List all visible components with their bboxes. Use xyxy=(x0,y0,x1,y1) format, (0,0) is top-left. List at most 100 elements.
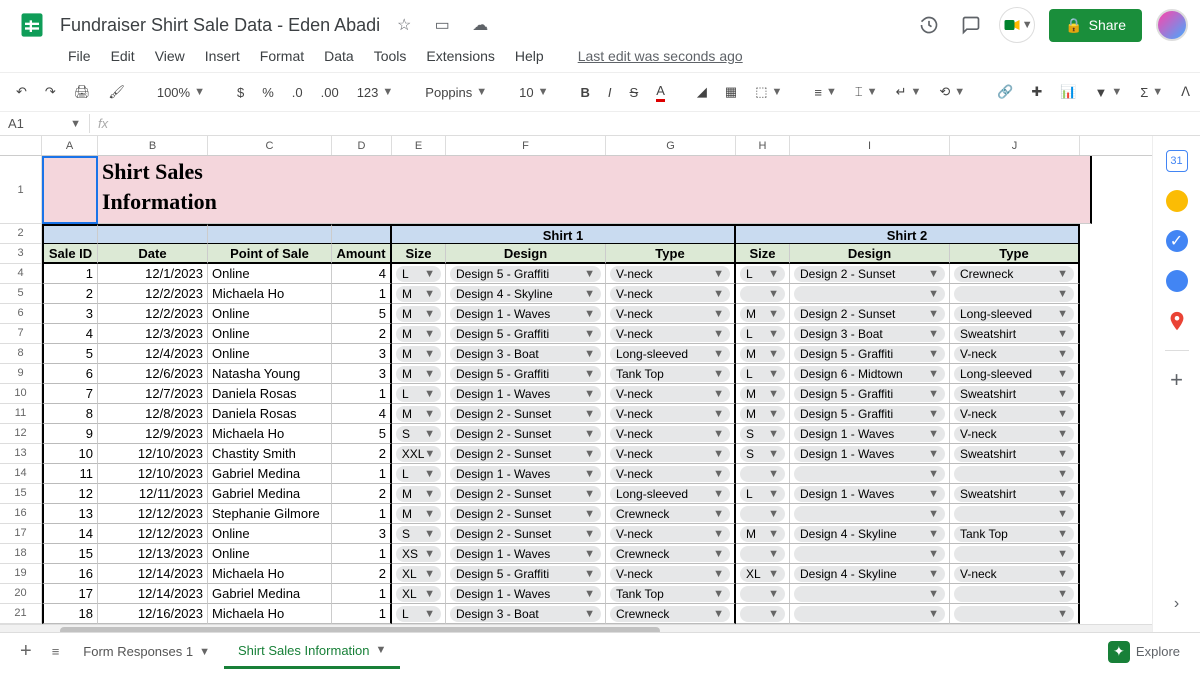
dropdown-cell[interactable]: Design 4 - Skyline▼ xyxy=(446,284,606,304)
cell[interactable]: 3 xyxy=(332,524,392,544)
sheet-tab-form-responses[interactable]: Form Responses 1 ▼ xyxy=(69,636,224,667)
dropdown-cell[interactable]: ▼ xyxy=(736,584,790,604)
col-header-A[interactable]: A xyxy=(42,136,98,155)
shirt2-group[interactable]: Shirt 2 xyxy=(736,224,1080,244)
row-header[interactable]: 16 xyxy=(0,504,42,524)
print-button[interactable]: 🖨 xyxy=(68,80,97,104)
cell[interactable]: 12/9/2023 xyxy=(98,424,208,444)
dropdown-cell[interactable]: V-neck▼ xyxy=(606,264,736,284)
cell[interactable]: Online xyxy=(208,304,332,324)
cell[interactable]: 1 xyxy=(332,384,392,404)
cell[interactable]: 12/7/2023 xyxy=(98,384,208,404)
dropdown-cell[interactable]: M▼ xyxy=(392,404,446,424)
meet-button[interactable]: ▼ xyxy=(999,7,1035,43)
cell[interactable]: 12/13/2023 xyxy=(98,544,208,564)
name-box[interactable]: A1▼ xyxy=(0,114,90,133)
dropdown-cell[interactable]: Sweatshirt▼ xyxy=(950,444,1080,464)
cell[interactable]: Online xyxy=(208,264,332,284)
col-header-E[interactable]: E xyxy=(392,136,446,155)
row-header[interactable]: 8 xyxy=(0,344,42,364)
dropdown-cell[interactable]: Design 2 - Sunset▼ xyxy=(446,424,606,444)
filter-button[interactable]: ▼ ▼ xyxy=(1088,81,1128,104)
cell[interactable]: 12/14/2023 xyxy=(98,584,208,604)
shirt1-group[interactable]: Shirt 1 xyxy=(392,224,736,244)
dropdown-cell[interactable]: Design 1 - Waves▼ xyxy=(446,544,606,564)
cell[interactable]: 4 xyxy=(42,324,98,344)
row-header[interactable]: 19 xyxy=(0,564,42,584)
dropdown-cell[interactable]: M▼ xyxy=(736,344,790,364)
dropdown-cell[interactable]: Design 5 - Graffiti▼ xyxy=(790,344,950,364)
cell[interactable]: Michaela Ho xyxy=(208,604,332,624)
cell[interactable]: 16 xyxy=(42,564,98,584)
cell[interactable]: 8 xyxy=(42,404,98,424)
undo-button[interactable]: ↶ xyxy=(10,80,33,104)
col-header-F[interactable]: F xyxy=(446,136,606,155)
dropdown-cell[interactable]: Design 1 - Waves▼ xyxy=(446,384,606,404)
text-color-button[interactable]: A xyxy=(650,79,671,106)
cell[interactable]: 2 xyxy=(42,284,98,304)
dropdown-cell[interactable]: Sweatshirt▼ xyxy=(950,384,1080,404)
cell[interactable]: 12/10/2023 xyxy=(98,464,208,484)
cell[interactable]: 2 xyxy=(332,564,392,584)
horizontal-scrollbar[interactable] xyxy=(0,624,1152,632)
dropdown-cell[interactable]: V-neck▼ xyxy=(606,384,736,404)
dropdown-cell[interactable]: Design 5 - Graffiti▼ xyxy=(446,324,606,344)
cell[interactable]: Daniela Rosas xyxy=(208,384,332,404)
menu-tools[interactable]: Tools xyxy=(366,44,415,68)
col-header-G[interactable]: G xyxy=(606,136,736,155)
cell[interactable]: 12/6/2023 xyxy=(98,364,208,384)
dropdown-cell[interactable]: Sweatshirt▼ xyxy=(950,484,1080,504)
col-header-D[interactable]: D xyxy=(332,136,392,155)
cell[interactable]: 1 xyxy=(332,464,392,484)
cell[interactable]: 12/12/2023 xyxy=(98,504,208,524)
dropdown-cell[interactable]: L▼ xyxy=(392,464,446,484)
menu-view[interactable]: View xyxy=(147,44,193,68)
dropdown-cell[interactable]: ▼ xyxy=(736,604,790,624)
dropdown-cell[interactable]: ▼ xyxy=(950,284,1080,304)
row-header[interactable]: 4 xyxy=(0,264,42,284)
cell[interactable]: Stephanie Gilmore xyxy=(208,504,332,524)
dropdown-cell[interactable]: L▼ xyxy=(736,264,790,284)
dropdown-cell[interactable]: Long-sleeved▼ xyxy=(950,364,1080,384)
dropdown-cell[interactable]: Sweatshirt▼ xyxy=(950,324,1080,344)
addons-button[interactable]: + xyxy=(1166,369,1188,391)
cell[interactable]: Online xyxy=(208,524,332,544)
cell[interactable]: 15 xyxy=(42,544,98,564)
cell[interactable]: 2 xyxy=(332,484,392,504)
dropdown-cell[interactable]: XL▼ xyxy=(392,584,446,604)
dropdown-cell[interactable]: Design 6 - Midtown▼ xyxy=(790,364,950,384)
dropdown-cell[interactable]: M▼ xyxy=(392,284,446,304)
cell[interactable]: Online xyxy=(208,344,332,364)
menu-edit[interactable]: Edit xyxy=(103,44,143,68)
col-header-B[interactable]: B xyxy=(98,136,208,155)
calendar-icon[interactable]: 31 xyxy=(1166,150,1188,172)
select-all-cell[interactable] xyxy=(0,136,42,155)
row-header[interactable]: 13 xyxy=(0,444,42,464)
cell[interactable]: 12/1/2023 xyxy=(98,264,208,284)
dropdown-cell[interactable]: L▼ xyxy=(392,384,446,404)
dropdown-cell[interactable]: M▼ xyxy=(392,304,446,324)
comments-icon[interactable] xyxy=(957,11,985,39)
keep-icon[interactable] xyxy=(1166,190,1188,212)
dropdown-cell[interactable]: M▼ xyxy=(392,364,446,384)
dropdown-cell[interactable]: ▼ xyxy=(736,504,790,524)
cell[interactable]: 5 xyxy=(332,304,392,324)
row-header[interactable]: 7 xyxy=(0,324,42,344)
dropdown-cell[interactable]: Design 1 - Waves▼ xyxy=(446,304,606,324)
hide-panel-button[interactable]: › xyxy=(1159,586,1195,622)
cell[interactable]: 12/11/2023 xyxy=(98,484,208,504)
currency-button[interactable]: $ xyxy=(231,81,250,104)
cell[interactable]: 12/2/2023 xyxy=(98,304,208,324)
redo-button[interactable]: ↷ xyxy=(39,80,62,104)
dropdown-cell[interactable]: S▼ xyxy=(392,424,446,444)
menu-format[interactable]: Format xyxy=(252,44,312,68)
dropdown-cell[interactable]: ▼ xyxy=(950,464,1080,484)
dropdown-cell[interactable]: Design 4 - Skyline▼ xyxy=(790,524,950,544)
avatar[interactable] xyxy=(1156,9,1188,41)
contacts-icon[interactable] xyxy=(1166,270,1188,292)
dropdown-cell[interactable]: Design 5 - Graffiti▼ xyxy=(790,404,950,424)
fill-color-button[interactable]: ◢ xyxy=(691,80,713,104)
zoom-select[interactable]: 100% ▼ xyxy=(151,81,211,104)
cell[interactable]: 12/4/2023 xyxy=(98,344,208,364)
dropdown-cell[interactable]: Tank Top▼ xyxy=(950,524,1080,544)
